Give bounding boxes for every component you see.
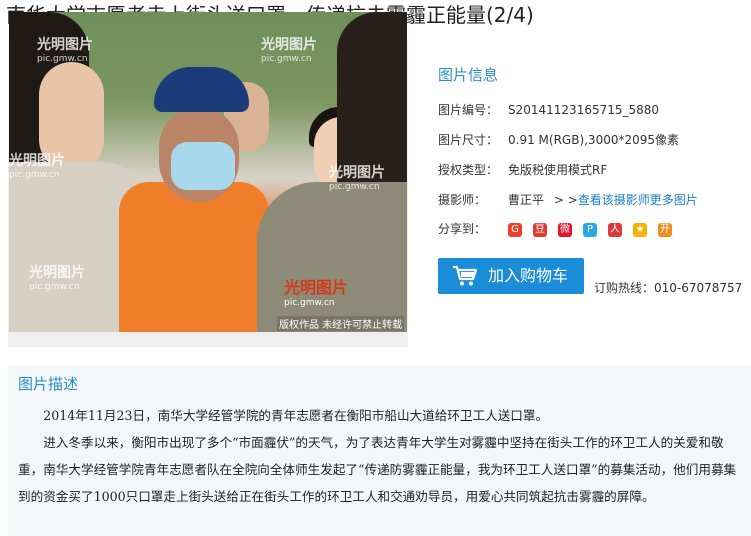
add-to-cart-button[interactable]: 加入购物车 xyxy=(438,258,584,294)
info-row-share: 分享到： G 豆微 P 人 ★ 开 xyxy=(438,220,683,237)
order-hotline: 订购热线：010-67078757 xyxy=(594,281,743,295)
share-icons: G 豆微 P 人 ★ 开 xyxy=(508,222,683,237)
google-share-icon[interactable]: G xyxy=(508,222,522,237)
info-row-id: 图片编号： S20141123165715_5880 xyxy=(438,103,660,117)
logo-watermark: 光明图片 pic.gmw.cn xyxy=(284,278,349,308)
watermark: 光明图片 pic.gmw.cn xyxy=(329,165,385,192)
add-to-cart-label: 加入购物车 xyxy=(488,266,569,285)
description-text: 2014年11月23日，南华大学经管学院的青年志愿者在衡阳市船山大道给环卫工人送… xyxy=(18,402,746,510)
watermark: 光明图片 pic.gmw.cn xyxy=(261,37,317,64)
qzone-share-icon[interactable]: ★ xyxy=(633,222,647,237)
watermark: 光明图片 pic.gmw.cn xyxy=(37,37,93,64)
photographer-name: 曹正平 xyxy=(508,193,545,207)
watermark: 光明图片 pic.gmw.cn xyxy=(29,265,85,292)
description-paragraph: 2014年11月23日，南华大学经管学院的青年志愿者在衡阳市船山大道给环卫工人送… xyxy=(43,408,549,423)
watermark: 光明图片 pic.gmw.cn xyxy=(9,153,65,180)
info-row-license: 授权类型： 免版税使用模式RF xyxy=(438,163,608,177)
description-heading: 图片描述 xyxy=(18,375,79,393)
weibo-share-icon[interactable]: 微 xyxy=(558,222,572,237)
info-row-size: 图片尺寸： 0.91 M(RGB),3000*2095像素 xyxy=(438,133,680,147)
main-photo[interactable]: 光明图片 pic.gmw.cn 光明图片 pic.gmw.cn 光明图片 pic.gm… xyxy=(9,12,407,332)
tencent-share-icon[interactable]: P xyxy=(583,222,597,237)
douban-share-icon[interactable]: 豆 xyxy=(533,222,547,237)
kaixin-share-icon[interactable]: 开 xyxy=(658,222,672,237)
shopping-cart-icon xyxy=(453,265,478,286)
description-paragraph: 进入冬季以来，衡阳市出现了多个“市面霾伏”的天气，为了表达青年大学生对雾霾中坚持… xyxy=(18,435,737,504)
info-heading: 图片信息 xyxy=(438,66,499,84)
photographer-more-link[interactable]: 查看该摄影师更多图片 xyxy=(578,193,698,207)
description-panel: 图片描述 2014年11月23日，南华大学经管学院的青年志愿者在衡阳市船山大道给… xyxy=(8,365,751,536)
info-row-photographer: 摄影师： 曹正平 > >查看该摄影师更多图片 xyxy=(438,193,698,207)
renren-share-icon[interactable]: 人 xyxy=(608,222,622,237)
photo-copyright: 版权作品 未经许可禁止转载 xyxy=(277,316,405,331)
